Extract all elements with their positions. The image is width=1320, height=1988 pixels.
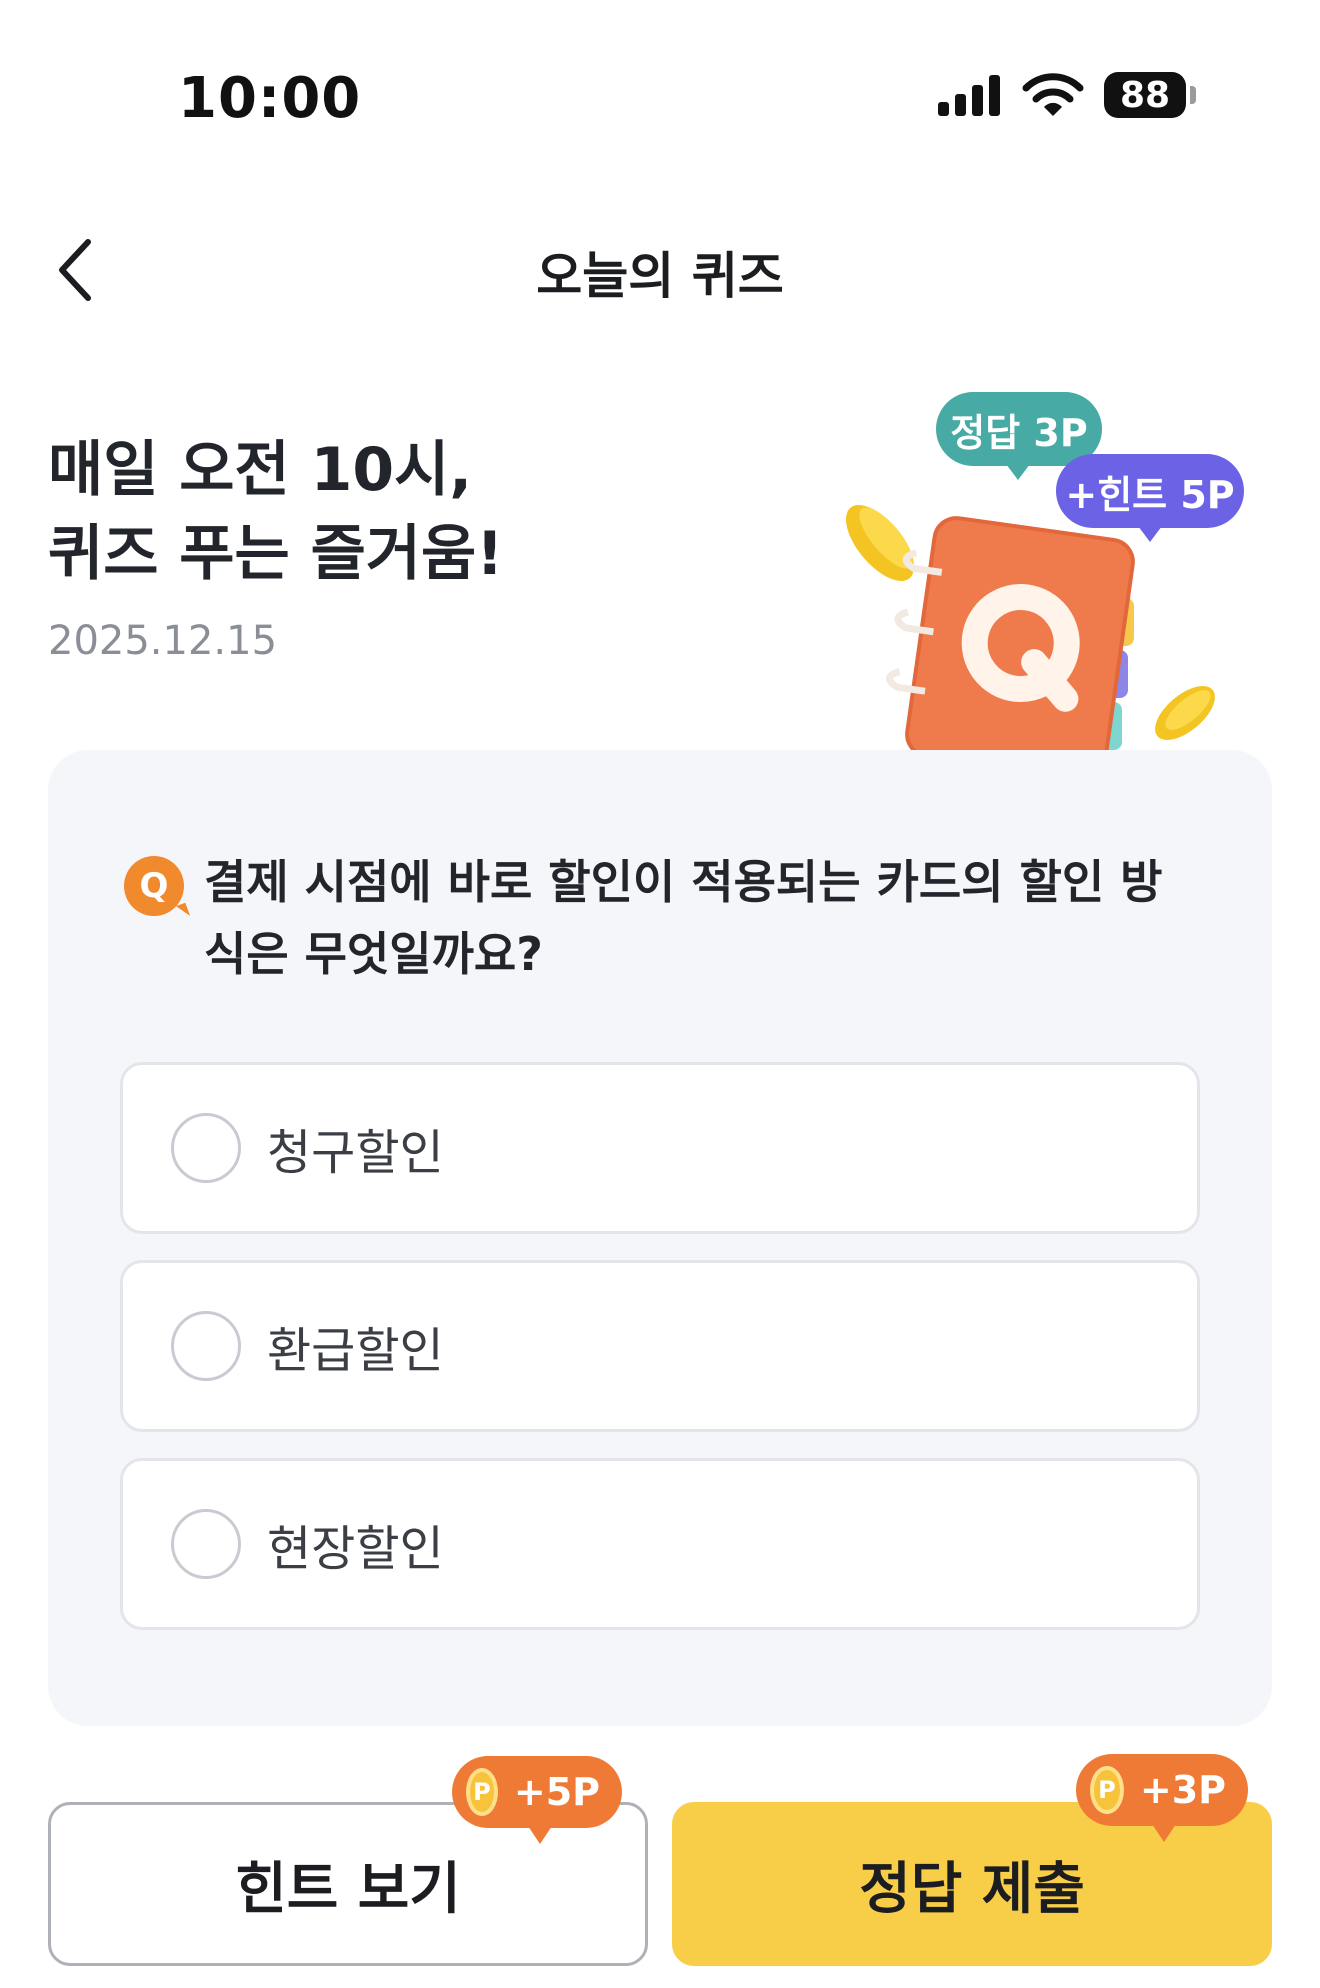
answer-option-1[interactable]: 청구할인 [120, 1062, 1200, 1234]
page-title: 오늘의 퀴즈 [536, 247, 784, 305]
hero-title-line2: 퀴즈 푸는 즐거움! [48, 519, 504, 589]
submit-answer-label: 정답 제출 [859, 1856, 1085, 1922]
submit-reward-badge: P +3P [1076, 1754, 1248, 1842]
hint-reward-badge: P +5P [452, 1756, 622, 1844]
quiz-screen: 10:00 88 오늘의 퀴즈 매일 오전 10시, 퀴즈 푸는 즐거움! 20… [0, 0, 1320, 1988]
radio-button[interactable] [171, 1509, 241, 1579]
quiz-book-icon [907, 518, 1133, 778]
cellular-signal-icon [938, 75, 1000, 116]
answer-option-3[interactable]: 현장할인 [120, 1458, 1200, 1630]
hero-title-line1: 매일 오전 10시, [48, 435, 473, 505]
answer-points-bubble: 정답 3P [936, 392, 1102, 480]
hint-reward-text: +5P [513, 1770, 600, 1814]
battery-cap [1190, 86, 1196, 104]
hero-title: 매일 오전 10시, 퀴즈 푸는 즐거움! [48, 428, 504, 596]
point-coin-icon: P [1090, 1766, 1124, 1814]
answer-option-2[interactable]: 환급할인 [120, 1260, 1200, 1432]
submit-answer-button[interactable]: 정답 제출 [672, 1802, 1272, 1966]
radio-button[interactable] [171, 1113, 241, 1183]
answer-option-label: 환급할인 [267, 1323, 444, 1379]
hint-points-bubble: +힌트 5P [1056, 454, 1244, 542]
battery-icon: 88 [1104, 72, 1186, 118]
wifi-icon [1022, 73, 1084, 116]
radio-button[interactable] [171, 1311, 241, 1381]
answer-option-label: 현장할인 [267, 1521, 444, 1577]
submit-reward-text: +3P [1139, 1768, 1226, 1812]
question-badge-icon: Q [124, 856, 184, 916]
view-hint-label: 힌트 보기 [235, 1856, 461, 1922]
question-text: 결제 시점에 바로 할인이 적용되는 카드의 할인 방식은 무엇일까요? [204, 855, 1163, 981]
battery-level: 88 [1119, 74, 1171, 116]
point-coin-icon: P [466, 1768, 498, 1816]
answer-option-label: 청구할인 [267, 1125, 444, 1181]
quiz-date: 2025.12.15 [48, 618, 278, 664]
question-badge-letter: Q [139, 866, 169, 906]
status-time: 10:00 [178, 66, 362, 131]
